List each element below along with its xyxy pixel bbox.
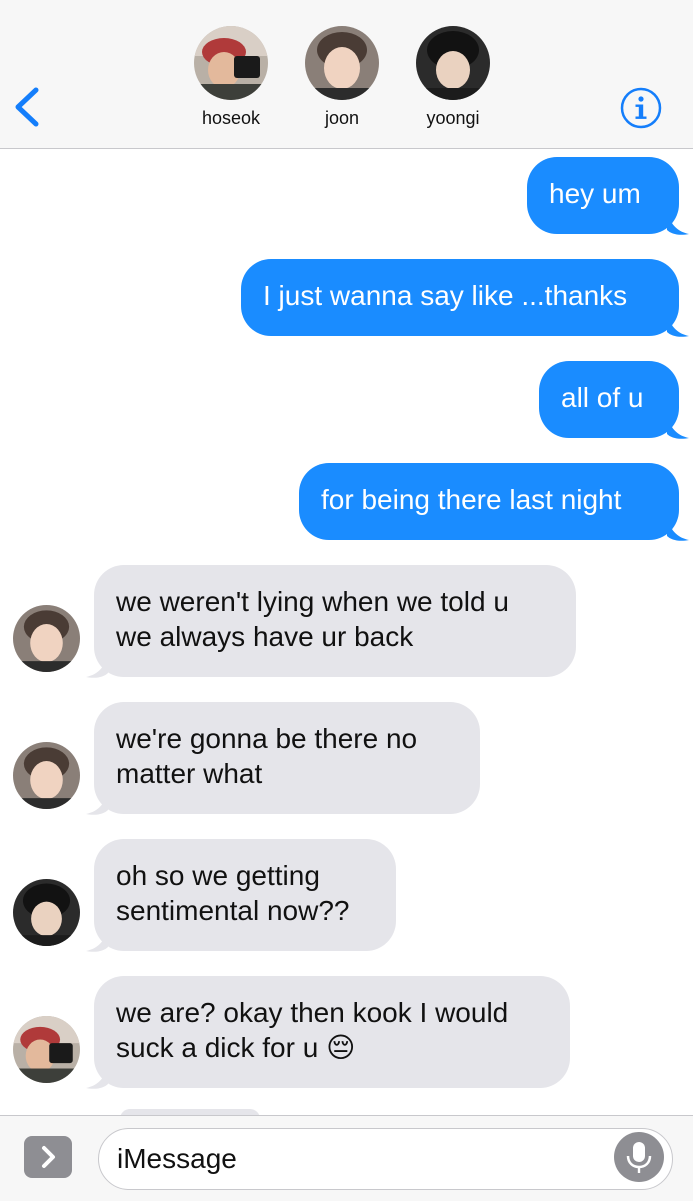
bubble-tail (667, 212, 689, 235)
microphone-button[interactable] (614, 1132, 664, 1182)
message-thread[interactable]: hey um I just wanna say like ...thanks a… (0, 149, 693, 1115)
avatar (305, 26, 379, 100)
bubble-tail (86, 1066, 108, 1089)
outgoing-bubble[interactable]: for being there last night (299, 463, 679, 540)
bubble-tail (86, 655, 108, 678)
incoming-bubble[interactable]: oh so we getting sentimental now?? (94, 839, 396, 951)
contact-joon[interactable]: joon (297, 26, 387, 128)
compose-bar: iMessage (0, 1115, 693, 1201)
conversation-header: hoseok joon yoongi (0, 0, 693, 149)
incoming-bubble[interactable]: we're gonna be there no matter what (94, 702, 480, 814)
contact-yoongi[interactable]: yoongi (408, 26, 498, 128)
avatar (194, 26, 268, 100)
incoming-bubble[interactable]: we are? okay then kook I would suck a di… (94, 976, 570, 1088)
contact-hoseok[interactable]: hoseok (186, 26, 276, 128)
bubble-tail (667, 314, 689, 337)
info-icon[interactable] (620, 87, 662, 129)
app-drawer-button[interactable] (24, 1136, 72, 1178)
outgoing-bubble[interactable]: hey um (527, 157, 679, 234)
avatar[interactable] (13, 742, 80, 809)
outgoing-bubble[interactable]: I just wanna say like ...thanks (241, 259, 679, 336)
chevron-left-icon[interactable] (10, 84, 44, 130)
outgoing-bubble[interactable]: all of u (539, 361, 679, 438)
microphone-icon (626, 1142, 652, 1173)
avatar[interactable] (13, 879, 80, 946)
avatar[interactable] (13, 1016, 80, 1083)
contact-name: yoongi (426, 108, 480, 128)
contact-name: hoseok (201, 108, 261, 128)
incoming-bubble[interactable]: we weren't lying when we told u we alway… (94, 565, 576, 677)
bubble-tail (86, 929, 108, 952)
contact-name: joon (324, 108, 360, 128)
chevron-right-icon (42, 1146, 55, 1168)
bubble-tail (667, 518, 689, 541)
avatar[interactable] (13, 605, 80, 672)
message-input[interactable]: iMessage (98, 1128, 673, 1190)
bubble-tail (667, 416, 689, 439)
bubble-tail (86, 792, 108, 815)
avatar (416, 26, 490, 100)
